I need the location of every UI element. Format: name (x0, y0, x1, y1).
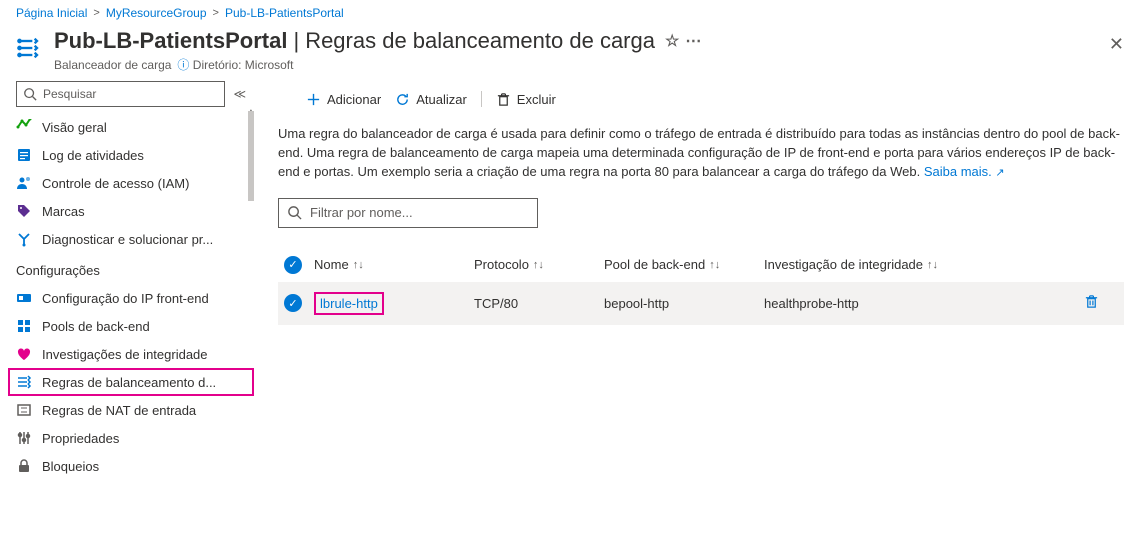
sidebar-item-health-probes[interactable]: Investigações de integridade (8, 340, 254, 368)
collapse-sidebar-icon[interactable]: ≪ (233, 87, 246, 101)
sidebar-item-label: Configuração do IP front-end (42, 291, 209, 306)
sidebar-item-label: Propriedades (42, 431, 119, 446)
page-subtitle: Balanceador de carga ⓘ Diretório: Micros… (54, 56, 701, 73)
page-header: Pub-LB-PatientsPortal | Regras de balanc… (0, 24, 1140, 81)
sort-icon: ↑↓ (927, 259, 938, 271)
column-name[interactable]: Nome↑↓ (314, 257, 474, 272)
breadcrumb-home[interactable]: Página Inicial (16, 6, 87, 20)
add-button[interactable]: Adicionar (306, 92, 381, 107)
sidebar-item-label: Marcas (42, 204, 85, 219)
sidebar-item-label: Regras de balanceamento d... (42, 375, 216, 390)
row-backend: bepool-http (604, 296, 764, 311)
toolbar-divider (481, 91, 482, 107)
sidebar-item-label: Bloqueios (42, 459, 99, 474)
row-delete-button[interactable] (1084, 297, 1099, 312)
directory-info: ⓘ Diretório: Microsoft (177, 56, 293, 73)
sort-icon: ↑↓ (353, 259, 364, 271)
access-control-icon (16, 175, 32, 191)
nat-rules-icon (16, 402, 32, 418)
sidebar-item-label: Pools de back-end (42, 319, 150, 334)
sidebar-search-input[interactable]: Pesquisar (16, 81, 225, 107)
sidebar-item-backend-pools[interactable]: Pools de back-end (8, 312, 254, 340)
search-placeholder: Pesquisar (43, 87, 96, 101)
activity-log-icon (16, 147, 32, 163)
row-protocol: TCP/80 (474, 296, 604, 311)
sidebar-item-nat-rules[interactable]: Regras de NAT de entrada (8, 396, 254, 424)
breadcrumb: Página Inicial > MyResourceGroup > Pub-L… (0, 0, 1140, 24)
content-pane: Adicionar Atualizar Excluir Uma regra do… (254, 81, 1140, 558)
more-menu-icon[interactable]: ⋯ (685, 31, 701, 51)
sidebar-item-diagnose[interactable]: Diagnosticar e solucionar pr... (8, 225, 254, 253)
backend-pools-icon (16, 318, 32, 334)
breadcrumb-sep: > (93, 7, 99, 19)
sidebar-section-settings: Configurações (8, 253, 254, 284)
sidebar-item-label: Controle de acesso (IAM) (42, 176, 189, 191)
rule-name-link[interactable]: lbrule-http (314, 292, 384, 315)
sidebar-item-lb-rules[interactable]: Regras de balanceamento d... (8, 368, 254, 396)
external-link-icon: ↗ (995, 167, 1004, 179)
load-balancer-icon (16, 34, 44, 62)
close-blade-button[interactable]: ✕ (1109, 34, 1124, 55)
delete-label: Excluir (517, 92, 556, 107)
lock-icon (16, 458, 32, 474)
sidebar: Pesquisar ≪ ▲ Visão geral Log de ativida… (0, 81, 254, 558)
sidebar-item-frontend-ip[interactable]: Configuração do IP front-end (8, 284, 254, 312)
filter-input[interactable]: Filtrar por nome... (278, 198, 538, 228)
sidebar-item-label: Log de atividades (42, 148, 144, 163)
title-resource: Pub-LB-PatientsPortal (54, 28, 287, 54)
diagnose-icon (16, 231, 32, 247)
column-probe[interactable]: Investigação de integridade↑↓ (764, 257, 1084, 272)
row-probe: healthprobe-http (764, 296, 1084, 311)
sort-icon: ↑↓ (533, 259, 544, 271)
page-title: Pub-LB-PatientsPortal | Regras de balanc… (54, 28, 701, 54)
lb-rules-icon (16, 374, 32, 390)
overview-icon (16, 119, 32, 135)
info-icon: ⓘ (177, 58, 189, 72)
breadcrumb-resource[interactable]: Pub-LB-PatientsPortal (225, 6, 344, 20)
health-probes-icon (16, 346, 32, 362)
sidebar-item-tags[interactable]: Marcas (8, 197, 254, 225)
sidebar-item-properties[interactable]: Propriedades (8, 424, 254, 452)
properties-icon (16, 430, 32, 446)
tags-icon (16, 203, 32, 219)
sidebar-item-label: Visão geral (42, 120, 107, 135)
refresh-label: Atualizar (416, 92, 467, 107)
filter-placeholder: Filtrar por nome... (310, 205, 413, 220)
add-label: Adicionar (327, 92, 381, 107)
sidebar-item-label: Regras de NAT de entrada (42, 403, 196, 418)
resource-type-label: Balanceador de carga (54, 58, 171, 72)
description-text: Uma regra do balanceador de carga é usad… (278, 125, 1124, 182)
favorite-star-icon[interactable]: ☆ (665, 31, 679, 51)
learn-more-link[interactable]: Saiba mais. ↗ (924, 164, 1005, 179)
column-backend[interactable]: Pool de back-end↑↓ (604, 257, 764, 272)
sort-icon: ↑↓ (709, 259, 720, 271)
sidebar-item-label: Investigações de integridade (42, 347, 208, 362)
grid-header: ✓ Nome↑↓ Protocolo↑↓ Pool de back-end↑↓ … (278, 248, 1124, 282)
sidebar-item-access-control[interactable]: Controle de acesso (IAM) (8, 169, 254, 197)
select-all-checkbox[interactable]: ✓ (284, 256, 302, 274)
sidebar-item-locks[interactable]: Bloqueios (8, 452, 254, 480)
sidebar-item-overview[interactable]: Visão geral (8, 113, 254, 141)
scroll-thumb[interactable] (248, 111, 254, 201)
scrollbar[interactable]: ▲ (248, 111, 254, 558)
row-select-checkbox[interactable]: ✓ (284, 294, 302, 312)
column-protocol[interactable]: Protocolo↑↓ (474, 257, 604, 272)
sidebar-item-label: Diagnosticar e solucionar pr... (42, 232, 213, 247)
table-row[interactable]: ✓ lbrule-http TCP/80 bepool-http healthp… (278, 282, 1124, 325)
toolbar: Adicionar Atualizar Excluir (278, 81, 1124, 125)
breadcrumb-sep: > (213, 7, 219, 19)
delete-button[interactable]: Excluir (496, 92, 556, 107)
title-section: Regras de balanceamento de carga (305, 28, 655, 54)
refresh-button[interactable]: Atualizar (395, 92, 467, 107)
sidebar-item-activity-log[interactable]: Log de atividades (8, 141, 254, 169)
frontend-ip-icon (16, 290, 32, 306)
breadcrumb-group[interactable]: MyResourceGroup (106, 6, 207, 20)
